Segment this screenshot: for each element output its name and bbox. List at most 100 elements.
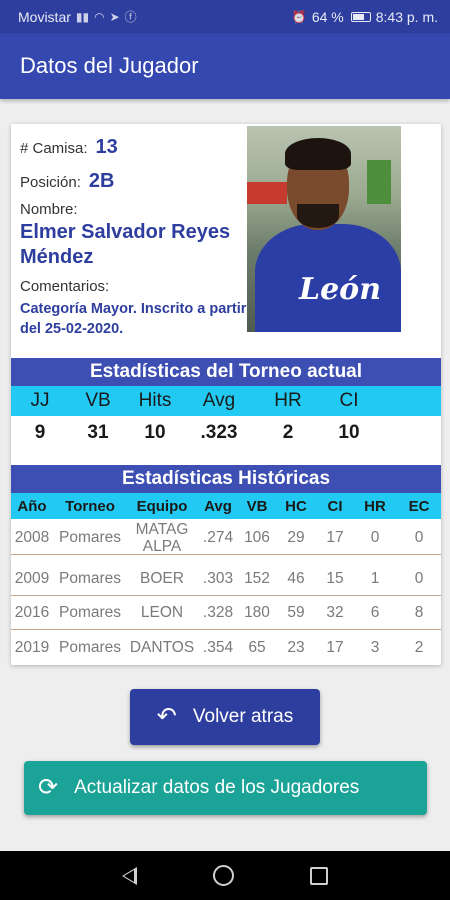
battery-icon	[350, 11, 371, 22]
table-cell: BOER	[140, 570, 184, 587]
table-cell: 106	[244, 529, 270, 546]
current-stats-title: Estadísticas del Torneo actual	[11, 358, 441, 386]
current-value-cell: 10	[338, 422, 360, 443]
table-cell: MATAG ALPA	[135, 520, 189, 555]
facebook-icon: ⓕ	[124, 10, 137, 24]
table-cell: 1	[370, 570, 380, 587]
player-name: Elmer Salvador Reyes Méndez	[20, 221, 231, 268]
historic-header-cell: VB	[246, 497, 268, 515]
player-info: # Camisa: 13 Posición: 2B Nombre: Elmer …	[11, 124, 247, 356]
table-cell: 0	[414, 529, 424, 546]
jersey-row: # Camisa: 13	[20, 136, 247, 159]
player-photo: León	[247, 126, 401, 332]
table-cell: Pomares	[58, 638, 122, 656]
historic-header-cell: Año	[17, 497, 47, 515]
current-header-cell: HR	[274, 390, 302, 411]
current-stats-values: 9 31 10 .323 2 10	[11, 416, 441, 450]
jersey-label: # Camisa:	[20, 140, 88, 157]
table-cell: .303	[202, 570, 234, 587]
historic-header-cell: CI	[327, 497, 343, 515]
back-button-label: Volver atras	[192, 706, 294, 727]
table-row: 2009 Pomares BOER .303 152 46 15 1 0	[11, 562, 441, 596]
position-row: Posición: 2B	[20, 170, 247, 193]
historic-header-cell: HR	[364, 497, 386, 515]
historic-header-cell: EC	[408, 497, 430, 515]
comments-label: Comentarios:	[20, 278, 110, 295]
nav-home-icon[interactable]	[213, 865, 234, 886]
send-icon: ➤	[109, 9, 120, 24]
update-players-button[interactable]: ⟳ Actualizar datos de los Jugadores	[24, 761, 427, 815]
historic-header-cell: Equipo	[136, 497, 188, 515]
historic-stats-header: Año Torneo Equipo Avg VB HC CI HR EC	[11, 493, 441, 519]
table-cell: 29	[287, 529, 305, 546]
table-cell: .328	[202, 604, 234, 621]
table-cell: 17	[326, 529, 344, 546]
position-value: 2B	[88, 170, 115, 192]
table-cell: Pomares	[58, 529, 122, 546]
undo-icon: ↶	[156, 703, 177, 730]
alarm-icon: ⏰	[291, 9, 307, 24]
table-cell: Pomares	[58, 604, 122, 621]
table-cell: 0	[414, 570, 424, 587]
table-row: 2008 Pomares MATAG ALPA .274 106 29 17 0…	[11, 521, 441, 555]
status-right: ⏰ 64 % 8:43 p. m.	[292, 9, 438, 25]
table-row: 2016 Pomares LEON .328 180 59 32 6 8	[11, 596, 441, 630]
back-button[interactable]: ↶ Volver atras	[130, 689, 320, 745]
table-cell: 15	[326, 570, 344, 587]
table-cell: 180	[244, 604, 270, 621]
table-cell: 23	[287, 638, 305, 656]
signal-icon: ▮▮	[75, 9, 90, 24]
historic-stats-title: Estadísticas Históricas	[11, 465, 441, 493]
table-cell: 65	[248, 638, 266, 656]
carrier-name: Movistar	[18, 8, 71, 25]
table-row: 2019 Pomares DANTOS .354 65 23 17 3 2	[11, 630, 441, 664]
table-cell: 152	[244, 570, 270, 587]
table-cell: 6	[370, 604, 380, 621]
player-comments: Categoría Mayor. Inscrito a partir del 2…	[20, 301, 247, 337]
current-header-cell: JJ	[30, 390, 50, 411]
historic-header-cell: Torneo	[65, 497, 115, 515]
current-value-cell: 31	[87, 422, 109, 443]
refresh-icon: ⟳	[38, 774, 59, 801]
table-cell: 17	[326, 638, 344, 656]
table-cell: 32	[326, 604, 344, 621]
table-cell: 46	[287, 570, 305, 587]
name-label: Nombre:	[20, 201, 78, 218]
historic-header-cell: Avg	[204, 497, 232, 515]
system-nav-bar	[0, 851, 450, 900]
current-stats-header: JJ VB Hits Avg HR CI	[11, 386, 441, 416]
current-value-cell: 2	[282, 422, 294, 443]
nav-back-icon[interactable]	[122, 866, 137, 885]
update-button-label: Actualizar datos de los Jugadores	[74, 777, 360, 798]
current-header-cell: Avg	[202, 390, 236, 411]
status-left: Movistar ▮▮ ◠ ➤ ⓕ	[18, 8, 137, 25]
position-label: Posición:	[20, 174, 81, 191]
table-cell: 2009	[14, 570, 50, 587]
table-cell: 8	[414, 604, 424, 621]
historic-header-cell: HC	[285, 497, 307, 515]
table-cell: 59	[287, 604, 305, 621]
wifi-icon: ◠	[94, 9, 105, 24]
table-cell: .274	[202, 529, 234, 546]
jersey-number: 13	[95, 136, 118, 158]
current-header-cell: Hits	[138, 390, 172, 411]
nav-recents-icon[interactable]	[310, 866, 328, 885]
current-value-cell: 10	[144, 422, 166, 443]
table-cell: .354	[202, 638, 234, 656]
table-cell: 2008	[14, 529, 50, 546]
current-header-cell: VB	[85, 390, 111, 411]
table-cell: Pomares	[58, 570, 122, 587]
status-time: 8:43 p. m.	[375, 8, 438, 25]
table-cell: LEON	[140, 604, 184, 621]
player-card: # Camisa: 13 Posición: 2B Nombre: Elmer …	[11, 124, 441, 665]
page-title: Datos del Jugador	[20, 53, 199, 78]
table-cell: 2	[414, 638, 424, 656]
battery-percent: 64 %	[311, 8, 344, 25]
status-bar: Movistar ▮▮ ◠ ➤ ⓕ ⏰ 64 % 8:43 p. m.	[0, 0, 450, 33]
table-cell: 2016	[14, 604, 50, 621]
table-cell: 2019	[14, 638, 50, 656]
current-value-cell: 9	[34, 422, 46, 443]
table-cell: 0	[370, 529, 380, 546]
app-bar: Datos del Jugador	[0, 33, 450, 99]
current-value-cell: .323	[200, 422, 238, 443]
